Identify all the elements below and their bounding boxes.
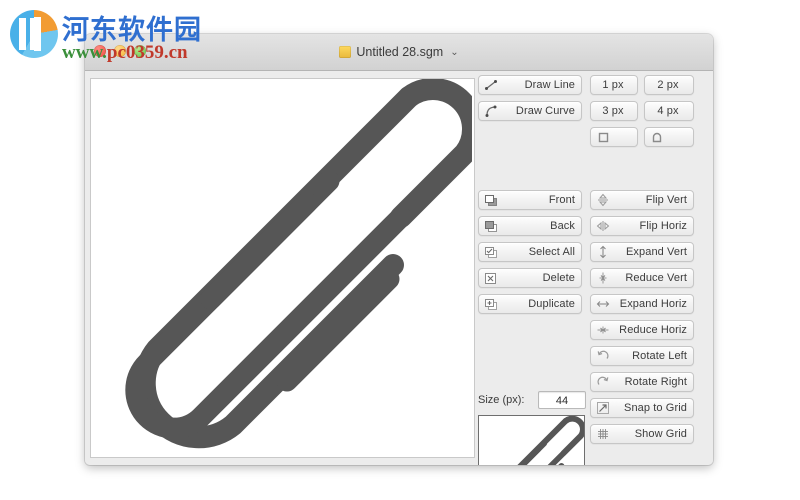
send-back-icon: [483, 219, 498, 233]
snap-to-grid-label: Snap to Grid: [624, 402, 687, 414]
width-2px-button[interactable]: 2 px: [644, 75, 694, 95]
draw-curve-button[interactable]: Draw Curve: [478, 101, 582, 121]
rotate-left-button[interactable]: Rotate Left: [590, 346, 694, 366]
grid-icon: [595, 427, 610, 441]
rotate-right-icon: [595, 375, 610, 389]
watermark-logo-icon: [10, 10, 58, 58]
preview-paperclip: [517, 416, 584, 465]
width-4px-button[interactable]: 4 px: [644, 101, 694, 121]
duplicate-label: Duplicate: [528, 298, 575, 310]
zoom-button[interactable]: [134, 45, 146, 57]
expand-horizontal-icon: [595, 297, 610, 311]
flip-horiz-button[interactable]: Flip Horiz: [590, 216, 694, 236]
delete-label: Delete: [542, 272, 575, 284]
flip-horiz-label: Flip Horiz: [639, 220, 687, 232]
flip-horizontal-icon: [595, 219, 610, 233]
draw-line-button[interactable]: Draw Line: [478, 75, 582, 95]
rotate-left-icon: [595, 349, 610, 363]
expand-vert-button[interactable]: Expand Vert: [590, 242, 694, 262]
select-all-icon: [483, 245, 498, 259]
screenshot-root: Untitled 28.sgm ⌄ Draw Line Draw Curve 1…: [0, 0, 800, 500]
size-input[interactable]: 44: [538, 391, 586, 409]
select-all-label: Select All: [528, 246, 575, 258]
expand-vert-label: Expand Vert: [625, 246, 687, 258]
flip-vert-button[interactable]: Flip Vert: [590, 190, 694, 210]
duplicate-icon: [483, 297, 498, 311]
flip-vert-label: Flip Vert: [645, 194, 687, 206]
close-button[interactable]: [94, 45, 106, 57]
minimize-button[interactable]: [114, 45, 126, 57]
window-controls: [94, 45, 146, 57]
draw-curve-label: Draw Curve: [515, 105, 575, 117]
duplicate-button[interactable]: Duplicate: [478, 294, 582, 314]
window-title-group: Untitled 28.sgm ⌄: [339, 45, 459, 59]
expand-horiz-label: Expand Horiz: [619, 298, 687, 310]
rotate-right-button[interactable]: Rotate Right: [590, 372, 694, 392]
curve-icon: [483, 104, 498, 118]
document-icon: [339, 46, 352, 58]
snap-to-grid-icon: [595, 401, 610, 415]
width-1px-label: 1 px: [602, 79, 624, 91]
square-icon: [595, 130, 610, 144]
reduce-vert-label: Reduce Vert: [625, 272, 687, 284]
arch-icon: [649, 130, 664, 144]
delete-button[interactable]: Delete: [478, 268, 582, 288]
flip-vertical-icon: [595, 193, 610, 207]
drawing-canvas[interactable]: [90, 78, 475, 458]
shape-arch-button[interactable]: [644, 127, 694, 147]
back-button[interactable]: Back: [478, 216, 582, 236]
width-3px-label: 3 px: [602, 105, 624, 117]
show-grid-button[interactable]: Show Grid: [590, 424, 694, 444]
reduce-horizontal-icon: [595, 323, 610, 337]
reduce-vertical-icon: [595, 271, 610, 285]
delete-x-icon: [483, 271, 498, 285]
reduce-horiz-button[interactable]: Reduce Horiz: [590, 320, 694, 340]
width-3px-button[interactable]: 3 px: [590, 101, 638, 121]
draw-line-label: Draw Line: [524, 79, 575, 91]
reduce-vert-button[interactable]: Reduce Vert: [590, 268, 694, 288]
width-2px-label: 2 px: [657, 79, 679, 91]
front-label: Front: [548, 194, 575, 206]
width-1px-button[interactable]: 1 px: [590, 75, 638, 95]
window-titlebar[interactable]: Untitled 28.sgm ⌄: [85, 34, 713, 71]
tools-panel: Draw Line Draw Curve 1 px 2 px 3 px 4 px…: [478, 75, 708, 465]
paperclip-drawing: [125, 79, 472, 449]
rotate-left-label: Rotate Left: [632, 350, 687, 362]
size-control: Size (px): 44: [478, 391, 586, 409]
expand-vertical-icon: [595, 245, 610, 259]
width-4px-label: 4 px: [657, 105, 679, 117]
shape-square-button[interactable]: [590, 127, 638, 147]
rotate-right-label: Rotate Right: [624, 376, 687, 388]
show-grid-label: Show Grid: [634, 428, 687, 440]
expand-horiz-button[interactable]: Expand Horiz: [590, 294, 694, 314]
window-content: Draw Line Draw Curve 1 px 2 px 3 px 4 px…: [85, 71, 713, 465]
reduce-horiz-label: Reduce Horiz: [619, 324, 687, 336]
line-icon: [483, 78, 498, 92]
bring-front-icon: [483, 193, 498, 207]
preview-thumbnail[interactable]: [478, 415, 585, 465]
front-button[interactable]: Front: [478, 190, 582, 210]
back-label: Back: [550, 220, 575, 232]
window-title: Untitled 28.sgm: [356, 45, 444, 59]
select-all-button[interactable]: Select All: [478, 242, 582, 262]
size-label: Size (px):: [478, 394, 525, 406]
snap-to-grid-button[interactable]: Snap to Grid: [590, 398, 694, 418]
application-window: Untitled 28.sgm ⌄ Draw Line Draw Curve 1…: [85, 34, 713, 465]
chevron-down-icon[interactable]: ⌄: [450, 47, 458, 58]
